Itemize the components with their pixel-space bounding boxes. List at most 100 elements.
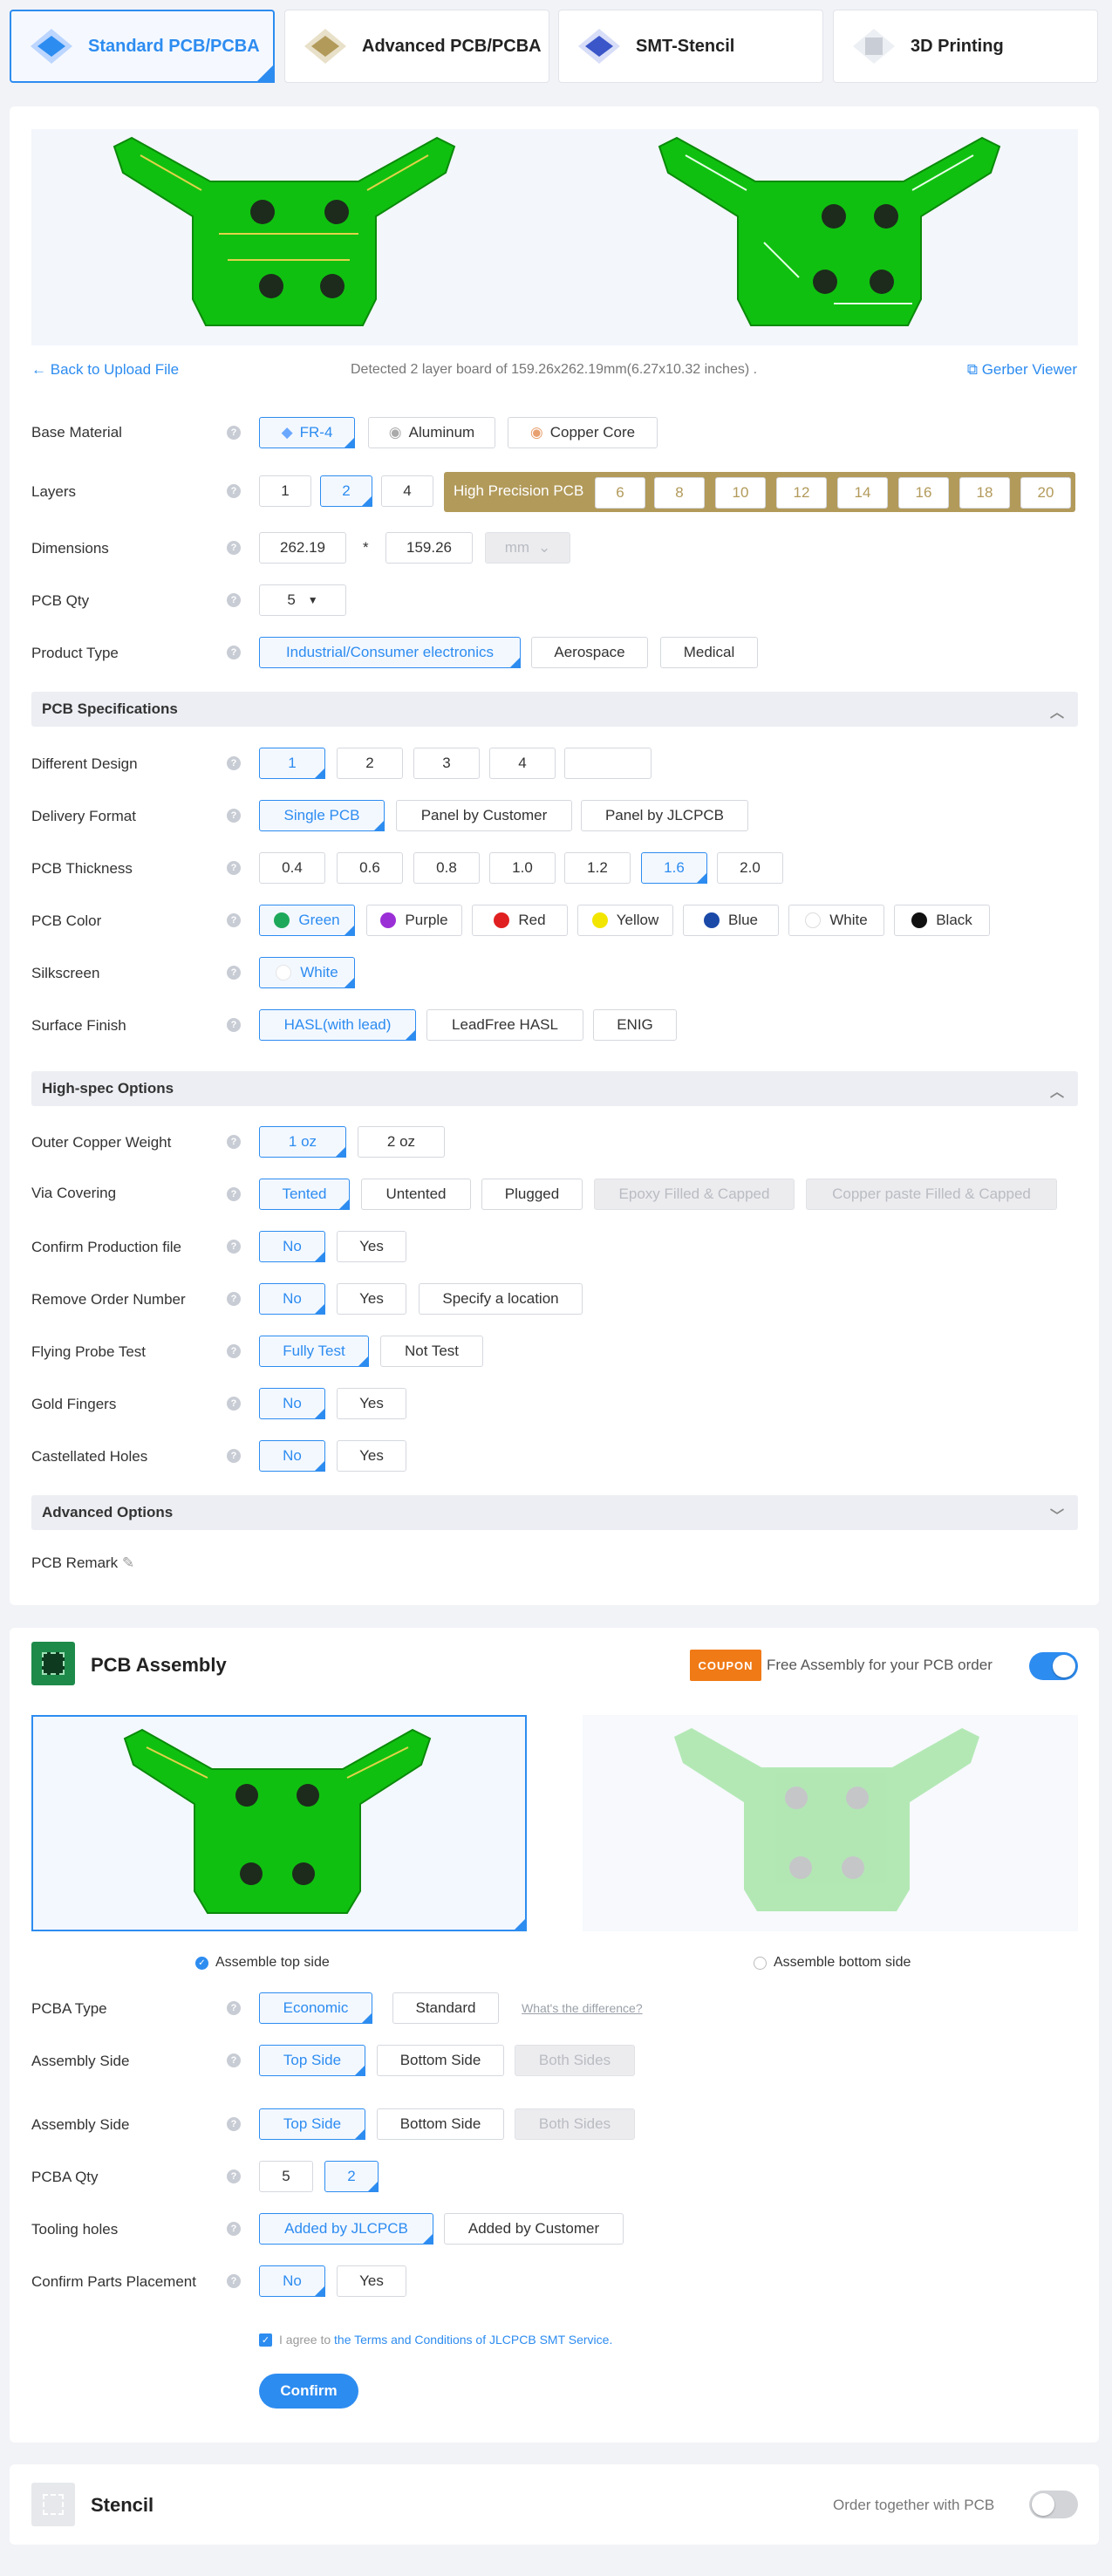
assemble-bottom-radio[interactable]: Assemble bottom side <box>754 1955 911 1971</box>
delivery-option[interactable]: Panel by Customer <box>396 800 572 831</box>
remove-order-option[interactable]: Yes <box>337 1283 406 1315</box>
help-icon[interactable]: ? <box>227 756 241 770</box>
flying-probe-option[interactable]: Fully Test <box>259 1336 369 1367</box>
tab-standard-pcb[interactable]: Standard PCB/PCBA <box>10 10 275 83</box>
surface-finish-option[interactable]: HASL(with lead) <box>259 1009 416 1041</box>
hp-layer-option[interactable]: 16 <box>898 477 949 509</box>
copper-option[interactable]: 2 oz <box>358 1126 445 1158</box>
pcba-qty-option[interactable]: 5 <box>259 2161 313 2192</box>
design-option[interactable]: 3 <box>413 748 480 779</box>
flying-probe-option[interactable]: Not Test <box>380 1336 483 1367</box>
help-icon[interactable]: ? <box>227 593 241 607</box>
pcba-type-option[interactable]: Economic <box>259 1992 372 2024</box>
layer-option[interactable]: 1 <box>259 475 311 507</box>
unit-select[interactable]: mm ⌄ <box>485 532 570 564</box>
help-icon[interactable]: ? <box>227 913 241 927</box>
color-option-green[interactable]: Green <box>259 905 355 936</box>
help-icon[interactable]: ? <box>227 1344 241 1358</box>
assembly-side-option-disabled[interactable]: Both Sides <box>515 2045 635 2076</box>
help-icon[interactable]: ? <box>227 2222 241 2236</box>
design-option[interactable]: 4 <box>489 748 556 779</box>
silkscreen-option-white[interactable]: White <box>259 957 355 988</box>
assembly-toggle[interactable] <box>1029 1652 1078 1680</box>
tooling-option[interactable]: Added by JLCPCB <box>259 2213 433 2245</box>
via-option[interactable]: Plugged <box>481 1179 583 1210</box>
help-icon[interactable]: ? <box>227 966 241 980</box>
via-option-disabled[interactable]: Epoxy Filled & Capped <box>594 1179 795 1210</box>
gold-fingers-option[interactable]: No <box>259 1388 325 1419</box>
surface-finish-option[interactable]: ENIG <box>593 1009 677 1041</box>
help-icon[interactable]: ? <box>227 646 241 659</box>
terms-agreement[interactable]: ✓ I agree to the Terms and Conditions of… <box>259 2333 612 2347</box>
via-option[interactable]: Tented <box>259 1179 350 1210</box>
assembly-bottom-preview[interactable] <box>583 1715 1078 1931</box>
help-icon[interactable]: ? <box>227 484 241 498</box>
design-option[interactable]: 1 <box>259 748 325 779</box>
confirm-file-option[interactable]: No <box>259 1231 325 1262</box>
pcb-qty-select[interactable]: 5 ▼ <box>259 584 346 616</box>
layer-option[interactable]: 2 <box>320 475 372 507</box>
help-icon[interactable]: ? <box>227 2117 241 2131</box>
help-icon[interactable]: ? <box>227 1240 241 1254</box>
base-material-copper-core[interactable]: ◉ Copper Core <box>508 417 658 448</box>
hp-layer-option[interactable]: 12 <box>776 477 827 509</box>
thickness-option[interactable]: 2.0 <box>717 852 783 884</box>
base-material-aluminum[interactable]: ◉ Aluminum <box>368 417 495 448</box>
delivery-option[interactable]: Panel by JLCPCB <box>581 800 748 831</box>
assembly-side-option[interactable]: Top Side <box>259 2108 365 2140</box>
help-icon[interactable]: ? <box>227 2274 241 2288</box>
product-type-option[interactable]: Industrial/Consumer electronics <box>259 637 521 668</box>
hp-layer-option[interactable]: 20 <box>1020 477 1071 509</box>
hp-layer-option[interactable]: 10 <box>715 477 766 509</box>
color-option-red[interactable]: Red <box>472 905 568 936</box>
color-option-white[interactable]: White <box>788 905 884 936</box>
help-icon[interactable]: ? <box>227 541 241 555</box>
help-icon[interactable]: ? <box>227 2169 241 2183</box>
terms-link[interactable]: the Terms and Conditions of JLCPCB SMT S… <box>334 2333 612 2347</box>
color-option-blue[interactable]: Blue <box>683 905 779 936</box>
confirm-parts-option[interactable]: Yes <box>337 2265 406 2297</box>
help-icon[interactable]: ? <box>227 861 241 875</box>
assembly-side-option-disabled[interactable]: Both Sides <box>515 2108 635 2140</box>
confirm-file-option[interactable]: Yes <box>337 1231 406 1262</box>
tooling-option[interactable]: Added by Customer <box>444 2213 624 2245</box>
checkbox-checked-icon[interactable]: ✓ <box>259 2333 272 2347</box>
confirm-parts-option[interactable]: No <box>259 2265 325 2297</box>
design-custom-input[interactable] <box>564 748 652 779</box>
tab-smt-stencil[interactable]: SMT-Stencil <box>558 10 823 83</box>
hp-layer-option[interactable]: 18 <box>959 477 1010 509</box>
via-option-disabled[interactable]: Copper paste Filled & Capped <box>806 1179 1057 1210</box>
layer-option[interactable]: 4 <box>381 475 433 507</box>
gerber-viewer-link[interactable]: ⧉ Gerber Viewer <box>967 361 1077 379</box>
surface-finish-option[interactable]: LeadFree HASL <box>426 1009 583 1041</box>
design-option[interactable]: 2 <box>337 748 403 779</box>
help-icon[interactable]: ? <box>227 1449 241 1463</box>
help-icon[interactable]: ? <box>227 2053 241 2067</box>
assembly-top-preview[interactable] <box>31 1715 527 1931</box>
gold-fingers-option[interactable]: Yes <box>337 1388 406 1419</box>
whats-the-difference-link[interactable]: What's the difference? <box>522 2001 643 2015</box>
castellated-option[interactable]: Yes <box>337 1440 406 1472</box>
thickness-option[interactable]: 1.2 <box>564 852 631 884</box>
stencil-toggle[interactable] <box>1029 2491 1078 2518</box>
high-spec-options-header[interactable]: High-spec Options ︿ <box>31 1071 1078 1106</box>
help-icon[interactable]: ? <box>227 1018 241 1032</box>
product-type-option[interactable]: Aerospace <box>531 637 648 668</box>
tab-3d-printing[interactable]: 3D Printing <box>833 10 1098 83</box>
pcba-type-option[interactable]: Standard <box>392 1992 499 2024</box>
thickness-option[interactable]: 0.6 <box>337 852 403 884</box>
hp-layer-option[interactable]: 6 <box>595 477 645 509</box>
color-option-black[interactable]: Black <box>894 905 990 936</box>
hp-layer-option[interactable]: 8 <box>654 477 705 509</box>
width-input[interactable]: 159.26 <box>385 532 473 564</box>
castellated-option[interactable]: No <box>259 1440 325 1472</box>
base-material-fr4[interactable]: ◆ FR-4 <box>259 417 355 448</box>
help-icon[interactable]: ? <box>227 1397 241 1411</box>
assembly-side-option[interactable]: Bottom Side <box>377 2045 504 2076</box>
pcba-qty-option[interactable]: 2 <box>324 2161 379 2192</box>
thickness-option[interactable]: 0.4 <box>259 852 325 884</box>
assembly-side-option[interactable]: Bottom Side <box>377 2108 504 2140</box>
back-to-upload-link[interactable]: ← Back to Upload File <box>31 361 179 379</box>
remove-order-option[interactable]: Specify a location <box>419 1283 583 1315</box>
length-input[interactable]: 262.19 <box>259 532 346 564</box>
